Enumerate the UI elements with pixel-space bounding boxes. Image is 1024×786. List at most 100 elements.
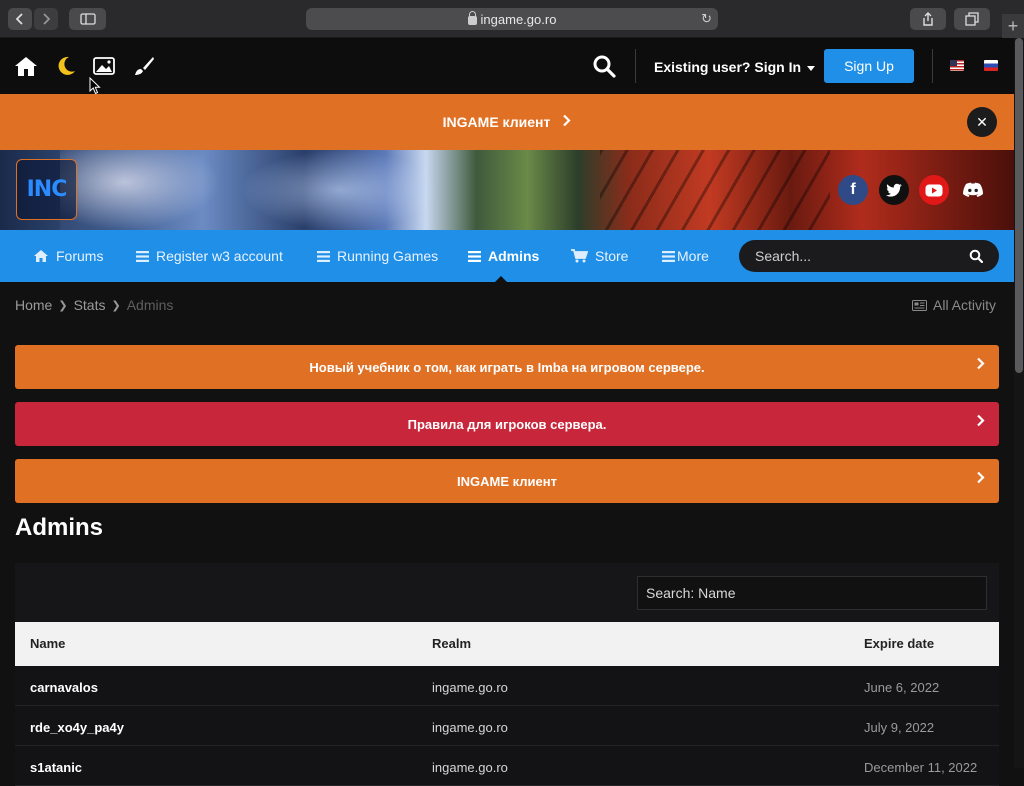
notice-client[interactable]: INGAME клиент	[15, 459, 999, 503]
admin-expire-date: July 9, 2022	[864, 720, 935, 735]
us-flag-icon[interactable]	[950, 60, 964, 71]
search-input[interactable]: Search...	[739, 240, 999, 272]
nav-item-forums[interactable]: Forums	[33, 230, 103, 282]
new-tab-button[interactable]: +	[1002, 14, 1024, 38]
nav-item-store[interactable]: Store	[571, 230, 628, 282]
admin-expire-date: June 6, 2022	[864, 680, 940, 695]
chevron-right-icon	[976, 471, 985, 489]
search-icon[interactable]	[969, 249, 984, 266]
moon-icon[interactable]	[54, 54, 78, 78]
chevron-right-icon: ❯	[111, 299, 121, 312]
breadcrumb-stats[interactable]: Stats	[74, 297, 106, 313]
table-row: s1atanic ingame.go.ro December 11, 2022	[15, 746, 999, 786]
brush-icon[interactable]	[132, 54, 156, 78]
table-row: carnavalos ingame.go.ro June 6, 2022	[15, 666, 999, 706]
twitter-icon[interactable]	[879, 175, 909, 205]
menu-icon	[468, 250, 481, 262]
table-header: Name Realm Expire date	[15, 622, 999, 666]
search-placeholder: Search: Name	[646, 585, 736, 601]
cart-icon	[571, 249, 588, 263]
breadcrumb-home[interactable]: Home	[15, 297, 52, 313]
chevron-left-icon	[15, 13, 23, 25]
home-icon	[33, 249, 49, 263]
all-activity-link[interactable]: All Activity	[912, 297, 996, 313]
chevron-right-icon	[562, 114, 571, 130]
site-logo[interactable]: INC	[16, 159, 77, 220]
chevron-right-icon: ❯	[58, 299, 68, 312]
admin-name[interactable]: rde_xo4y_pa4y	[30, 720, 124, 735]
home-icon[interactable]	[14, 54, 38, 78]
facebook-icon[interactable]: f	[838, 175, 868, 205]
admin-name[interactable]: carnavalos	[30, 680, 98, 695]
search-placeholder: Search...	[755, 248, 812, 264]
logo-text: INC	[26, 177, 68, 202]
newspaper-icon	[912, 299, 927, 311]
image-icon[interactable]	[92, 54, 116, 78]
sign-in-link[interactable]: Existing user? Sign In	[654, 59, 816, 75]
search-icon[interactable]	[592, 54, 616, 78]
notice-text: INGAME клиент	[457, 473, 557, 489]
nav-label: Admins	[488, 248, 540, 264]
nav-label: Running Games	[337, 248, 439, 264]
chevron-right-icon	[43, 13, 51, 25]
all-activity-label: All Activity	[933, 297, 997, 313]
banner-art	[240, 150, 440, 230]
column-header-name[interactable]: Name	[30, 636, 65, 651]
header-banner: INC f	[0, 150, 1014, 230]
breadcrumb-current: Admins	[126, 297, 174, 313]
chevron-right-icon	[976, 357, 985, 375]
page-scrollbar[interactable]	[1014, 38, 1024, 768]
active-indicator	[495, 276, 507, 282]
caret-down-icon	[807, 65, 816, 71]
menu-icon	[317, 250, 330, 262]
tabs-icon	[965, 12, 979, 26]
share-button[interactable]	[910, 8, 946, 30]
notice-text: Новый учебник о том, как играть в Imba н…	[309, 359, 705, 375]
russia-flag-icon[interactable]	[984, 60, 998, 71]
breadcrumb: Home ❯ Stats ❯ Admins	[15, 297, 173, 313]
announcement-text: INGAME клиент	[442, 114, 551, 130]
sidebar-icon	[79, 13, 96, 25]
nav-item-running-games[interactable]: Running Games	[317, 230, 438, 282]
close-icon[interactable]: ✕	[967, 107, 997, 137]
sign-up-button[interactable]: Sign Up	[824, 49, 914, 83]
page-title: Admins	[15, 514, 104, 541]
lock-icon	[467, 10, 477, 25]
nav-label: Store	[595, 248, 629, 264]
scrollbar-thumb[interactable]	[1015, 38, 1023, 373]
nav-item-more[interactable]: More	[662, 230, 709, 282]
discord-icon[interactable]	[958, 175, 988, 205]
notice-rules[interactable]: Правила для игроков сервера.	[15, 402, 999, 446]
announcement-bar[interactable]: INGAME клиент ✕	[0, 94, 1014, 150]
mouse-cursor-icon	[89, 77, 101, 95]
youtube-icon[interactable]	[919, 175, 949, 205]
column-header-realm[interactable]: Realm	[432, 636, 471, 651]
menu-icon	[136, 250, 149, 262]
user-bar: Existing user? Sign In Sign Up	[0, 38, 1014, 94]
sign-in-label: Existing user? Sign In	[654, 59, 802, 75]
sidebar-toggle-button[interactable]	[69, 8, 106, 30]
forward-button[interactable]	[34, 8, 58, 30]
table-row: rde_xo4y_pa4y ingame.go.ro July 9, 2022	[15, 706, 999, 746]
banner-art	[600, 150, 830, 230]
column-header-expire-date[interactable]: Expire date	[864, 636, 934, 651]
divider	[932, 49, 933, 83]
banner-art	[60, 150, 220, 230]
share-icon	[923, 12, 933, 26]
url-text: ingame.go.ro	[480, 11, 557, 27]
back-button[interactable]	[8, 8, 32, 30]
notice-text: Правила для игроков сервера.	[407, 416, 607, 432]
nav-item-admins[interactable]: Admins	[468, 230, 539, 282]
name-search-input[interactable]: Search: Name	[637, 576, 987, 610]
chevron-right-icon	[976, 414, 985, 432]
tabs-overview-button[interactable]	[954, 8, 990, 30]
nav-label: More	[677, 248, 709, 264]
nav-item-register-w3-account[interactable]: Register w3 account	[136, 230, 283, 282]
divider	[635, 49, 636, 83]
admin-realm: ingame.go.ro	[432, 680, 508, 695]
reload-icon[interactable]: ↻	[701, 11, 712, 27]
notice-tutorial[interactable]: Новый учебник о том, как играть в Imba н…	[15, 345, 999, 389]
admins-table-panel: Search: Name Name Realm Expire date carn…	[15, 563, 999, 786]
address-bar[interactable]: ingame.go.ro ↻	[306, 8, 718, 30]
menu-icon	[662, 250, 675, 262]
